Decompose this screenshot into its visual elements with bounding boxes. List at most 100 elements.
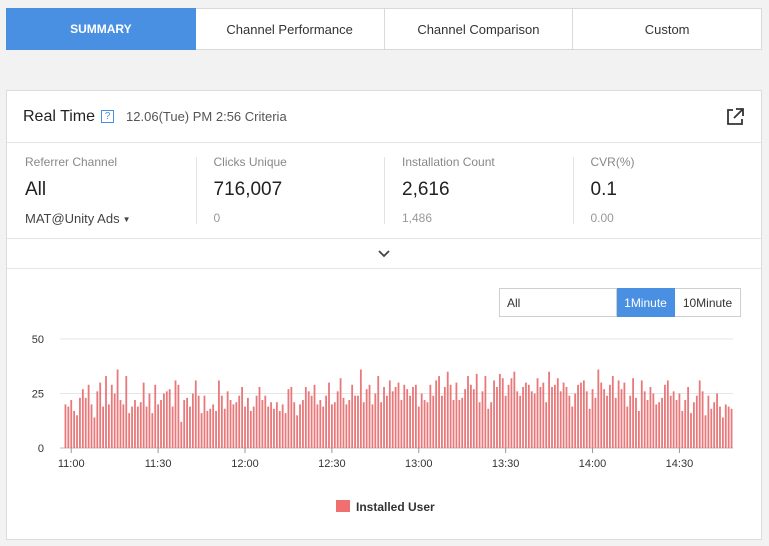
bar[interactable] <box>429 384 432 448</box>
bar[interactable] <box>342 397 345 448</box>
bar[interactable] <box>377 376 380 448</box>
bar[interactable] <box>229 400 232 448</box>
bar[interactable] <box>565 386 568 448</box>
bar[interactable] <box>438 376 440 448</box>
bar[interactable] <box>585 391 588 448</box>
bar[interactable] <box>336 391 339 448</box>
bar[interactable] <box>359 369 362 448</box>
bar[interactable] <box>368 384 371 448</box>
bar[interactable] <box>157 404 160 448</box>
bar[interactable] <box>507 384 510 448</box>
bar[interactable] <box>186 397 188 448</box>
bar[interactable] <box>304 386 307 448</box>
bar[interactable] <box>293 402 296 448</box>
bar[interactable] <box>562 382 565 448</box>
bar[interactable] <box>464 389 467 448</box>
bar[interactable] <box>200 413 203 448</box>
bar[interactable] <box>67 406 70 448</box>
bar[interactable] <box>675 400 678 448</box>
bar[interactable] <box>90 404 93 448</box>
bar[interactable] <box>70 400 73 448</box>
bar[interactable] <box>333 402 336 448</box>
bar[interactable] <box>145 406 148 448</box>
bar[interactable] <box>84 397 87 448</box>
bar[interactable] <box>177 384 180 448</box>
bar[interactable] <box>107 404 110 448</box>
bar[interactable] <box>623 382 626 448</box>
bar[interactable] <box>406 389 409 448</box>
bar[interactable] <box>116 369 119 448</box>
bar[interactable] <box>102 406 104 448</box>
bar[interactable] <box>484 376 487 448</box>
bar[interactable] <box>719 406 721 448</box>
bar[interactable] <box>357 395 359 448</box>
bar[interactable] <box>693 402 695 448</box>
bar[interactable] <box>658 402 661 448</box>
bar[interactable] <box>452 400 455 448</box>
bar[interactable] <box>652 393 655 449</box>
bar[interactable] <box>383 386 385 448</box>
bar[interactable] <box>380 402 383 448</box>
bar[interactable] <box>467 376 469 448</box>
bar[interactable] <box>504 395 507 448</box>
bar[interactable] <box>626 406 629 448</box>
bar[interactable] <box>730 408 733 448</box>
bar[interactable] <box>426 402 429 448</box>
bar[interactable] <box>472 389 475 448</box>
bar[interactable] <box>212 404 215 448</box>
bar[interactable] <box>299 404 301 448</box>
bar[interactable] <box>296 415 299 448</box>
bar[interactable] <box>678 393 681 449</box>
bar[interactable] <box>96 391 99 448</box>
bar[interactable] <box>273 408 275 448</box>
bar[interactable] <box>64 404 67 448</box>
bar[interactable] <box>701 391 704 448</box>
bar[interactable] <box>721 417 724 448</box>
bar[interactable] <box>597 369 600 448</box>
bar[interactable] <box>710 408 713 448</box>
bar[interactable] <box>475 373 478 448</box>
bar[interactable] <box>284 413 287 448</box>
bar[interactable] <box>403 384 406 448</box>
bar[interactable] <box>232 404 235 448</box>
bar[interactable] <box>281 404 284 448</box>
bar[interactable] <box>684 400 687 448</box>
bar[interactable] <box>664 384 666 448</box>
bar[interactable] <box>614 397 617 448</box>
bar[interactable] <box>258 386 261 448</box>
bar[interactable] <box>461 397 464 448</box>
bar[interactable] <box>168 389 171 448</box>
bar[interactable] <box>432 395 435 448</box>
bar[interactable] <box>574 393 577 449</box>
bar[interactable] <box>81 389 84 448</box>
bar[interactable] <box>539 386 542 448</box>
bar[interactable] <box>110 384 113 448</box>
bar[interactable] <box>478 402 481 448</box>
bar[interactable] <box>348 400 351 448</box>
bar[interactable] <box>220 395 223 448</box>
bar[interactable] <box>125 376 128 448</box>
bar[interactable] <box>160 400 162 448</box>
bar[interactable] <box>441 395 443 448</box>
bar[interactable] <box>649 386 652 448</box>
bar[interactable] <box>681 410 684 448</box>
bar[interactable] <box>203 395 206 448</box>
bar[interactable] <box>496 386 498 448</box>
bar[interactable] <box>533 393 536 449</box>
bar[interactable] <box>522 386 524 448</box>
bar[interactable] <box>582 380 585 448</box>
bar[interactable] <box>490 402 493 448</box>
bar[interactable] <box>516 391 519 448</box>
bar[interactable] <box>446 371 449 448</box>
bar[interactable] <box>386 395 388 448</box>
bar[interactable] <box>588 408 591 448</box>
bar[interactable] <box>209 408 212 448</box>
bar[interactable] <box>704 415 707 448</box>
bar[interactable] <box>629 395 632 448</box>
bar[interactable] <box>435 380 438 448</box>
bar[interactable] <box>635 397 637 448</box>
bar[interactable] <box>136 406 139 448</box>
bar[interactable] <box>568 395 571 448</box>
bar[interactable] <box>339 378 342 448</box>
bar[interactable] <box>264 395 267 448</box>
